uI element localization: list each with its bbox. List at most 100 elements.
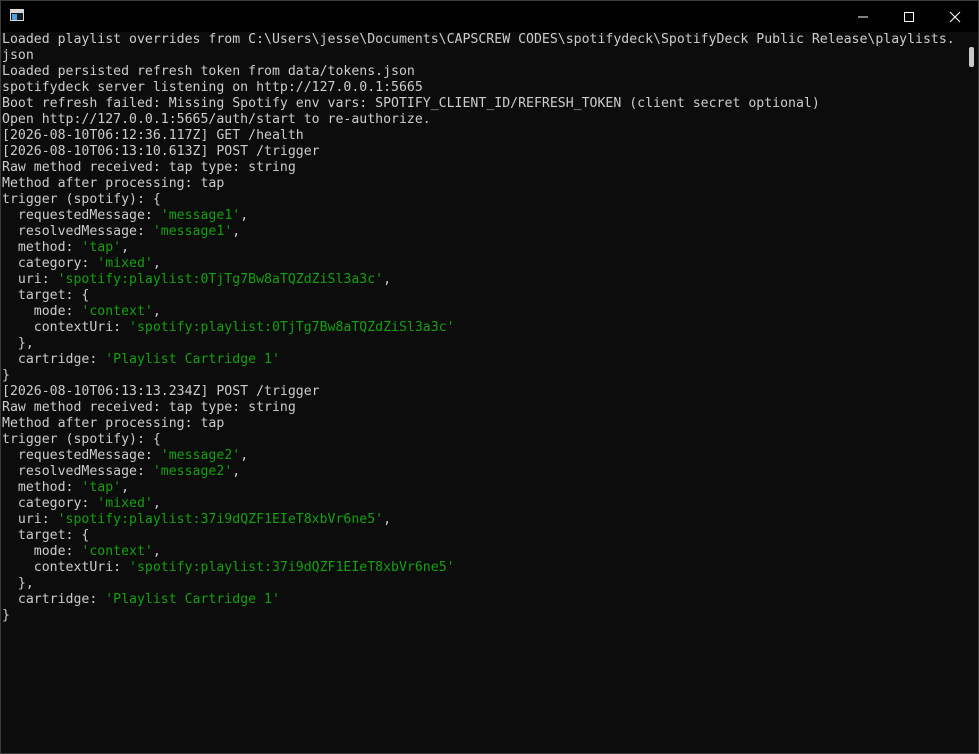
console-text-segment: , [152,544,161,559]
console-line: }, [2,576,967,592]
maximize-button[interactable] [886,1,932,32]
console-text-segment: trigger (spotify): { [2,432,161,447]
console-line: method: 'tap', [2,480,967,496]
console-line: category: 'mixed', [2,256,967,272]
console-text-segment: category: [2,496,98,511]
console-line: target: { [2,528,967,544]
console-text-segment: Boot refresh failed: Missing Spotify env… [2,96,820,111]
console-text-segment: , [232,464,241,479]
console-text-segment: , [152,496,161,511]
console-app-icon[interactable] [10,9,24,21]
close-icon [949,11,961,23]
console-text-segment: uri: [2,512,58,527]
console-text-segment: resolvedMessage: [2,464,153,479]
console-text-segment: [2026-08-10T06:13:13.234Z] POST /trigger [2,384,320,399]
console-text-segment: , [152,256,161,271]
console-text-segment: json [2,48,34,63]
string-value: 'spotify:playlist:0TjTg7Bw8aTQZdZiSl3a3c… [129,320,455,335]
console-text-segment: , [152,304,161,319]
console-line: Method after processing: tap [2,176,967,192]
console-text-segment: , [240,448,249,463]
console-text-segment: [2026-08-10T06:13:10.613Z] POST /trigger [2,144,320,159]
string-value: 'Playlist Cartridge 1' [105,592,280,607]
console-text-segment: Loaded playlist overrides from C:\Users\… [2,32,955,47]
console-text-segment: [2026-08-10T06:12:36.117Z] GET /health [2,128,304,143]
string-value: 'spotify:playlist:37i9dQZF1EIeT8xbVr6ne5… [129,560,455,575]
console-line: mode: 'context', [2,304,967,320]
console-text-segment: } [2,368,10,383]
minimize-button[interactable] [840,1,886,32]
vertical-scrollbar[interactable] [967,32,978,753]
string-value: 'tap' [81,480,122,495]
console-text-segment: target: { [2,288,90,303]
string-value: 'context' [81,304,153,319]
console-text-segment: , [121,240,130,255]
close-button[interactable] [932,1,978,32]
console-text-segment: method: [2,240,82,255]
console-line: [2026-08-10T06:13:10.613Z] POST /trigger [2,144,967,160]
console-line: Raw method received: tap type: string [2,160,967,176]
console-line: [2026-08-10T06:13:13.234Z] POST /trigger [2,384,967,400]
maximize-icon [904,12,914,22]
console-text-segment: Open http://127.0.0.1:5665/auth/start to… [2,112,431,127]
console-line: Boot refresh failed: Missing Spotify env… [2,96,967,112]
console-line: cartridge: 'Playlist Cartridge 1' [2,592,967,608]
console-line: Method after processing: tap [2,416,967,432]
console-line: resolvedMessage: 'message1', [2,224,967,240]
console-line: requestedMessage: 'message2', [2,448,967,464]
console-line: category: 'mixed', [2,496,967,512]
console-text-segment: , [383,512,392,527]
console-text-segment: category: [2,256,98,271]
console-text-segment: }, [2,336,34,351]
console-text-segment: contextUri: [2,320,130,335]
string-value: 'message1' [160,208,241,223]
console-text-segment: method: [2,480,82,495]
console-text-segment: } [2,608,10,623]
title-bar[interactable] [1,1,978,32]
console-text-segment: mode: [2,544,82,559]
console-text-segment: target: { [2,528,90,543]
console-output[interactable]: Loaded playlist overrides from C:\Users\… [1,32,967,753]
console-text-segment: Raw method received: tap type: string [2,160,296,175]
string-value: 'message2' [160,448,241,463]
minimize-icon [858,16,868,18]
console-line: requestedMessage: 'message1', [2,208,967,224]
console-line: resolvedMessage: 'message2', [2,464,967,480]
console-text-segment: Loaded persisted refresh token from data… [2,64,415,79]
scrollbar-thumb[interactable] [969,47,974,67]
string-value: 'mixed' [97,256,153,271]
console-line: uri: 'spotify:playlist:0TjTg7Bw8aTQZdZiS… [2,272,967,288]
console-line: trigger (spotify): { [2,192,967,208]
string-value: 'Playlist Cartridge 1' [105,352,280,367]
console-line: cartridge: 'Playlist Cartridge 1' [2,352,967,368]
console-line: trigger (spotify): { [2,432,967,448]
console-line: }, [2,336,967,352]
console-line: contextUri: 'spotify:playlist:0TjTg7Bw8a… [2,320,967,336]
console-line: method: 'tap', [2,240,967,256]
console-text-segment: , [121,480,130,495]
console-line: uri: 'spotify:playlist:37i9dQZF1EIeT8xbV… [2,512,967,528]
console-text-segment: uri: [2,272,58,287]
console-line: } [2,368,967,384]
console-line: Raw method received: tap type: string [2,400,967,416]
console-text-segment: spotifydeck server listening on http://1… [2,80,423,95]
console-text-segment: requestedMessage: [2,448,161,463]
console-text-segment: Method after processing: tap [2,416,225,431]
string-value: 'mixed' [97,496,153,511]
console-text-segment: Method after processing: tap [2,176,225,191]
string-value: 'message2' [152,464,233,479]
string-value: 'spotify:playlist:37i9dQZF1EIeT8xbVr6ne5… [57,512,384,527]
console-text-segment: cartridge: [2,592,106,607]
console-text: Loaded playlist overrides from C:\Users\… [1,32,967,624]
console-text-segment: }, [2,576,34,591]
console-line: Open http://127.0.0.1:5665/auth/start to… [2,112,967,128]
console-line: contextUri: 'spotify:playlist:37i9dQZF1E… [2,560,967,576]
console-line: [2026-08-10T06:12:36.117Z] GET /health [2,128,967,144]
console-line: spotifydeck server listening on http://1… [2,80,967,96]
console-line: json [2,48,967,64]
console-line: Loaded playlist overrides from C:\Users\… [2,32,967,48]
console-text-segment: Raw method received: tap type: string [2,400,296,415]
string-value: 'message1' [152,224,233,239]
console-text-segment: , [240,208,249,223]
console-line: mode: 'context', [2,544,967,560]
